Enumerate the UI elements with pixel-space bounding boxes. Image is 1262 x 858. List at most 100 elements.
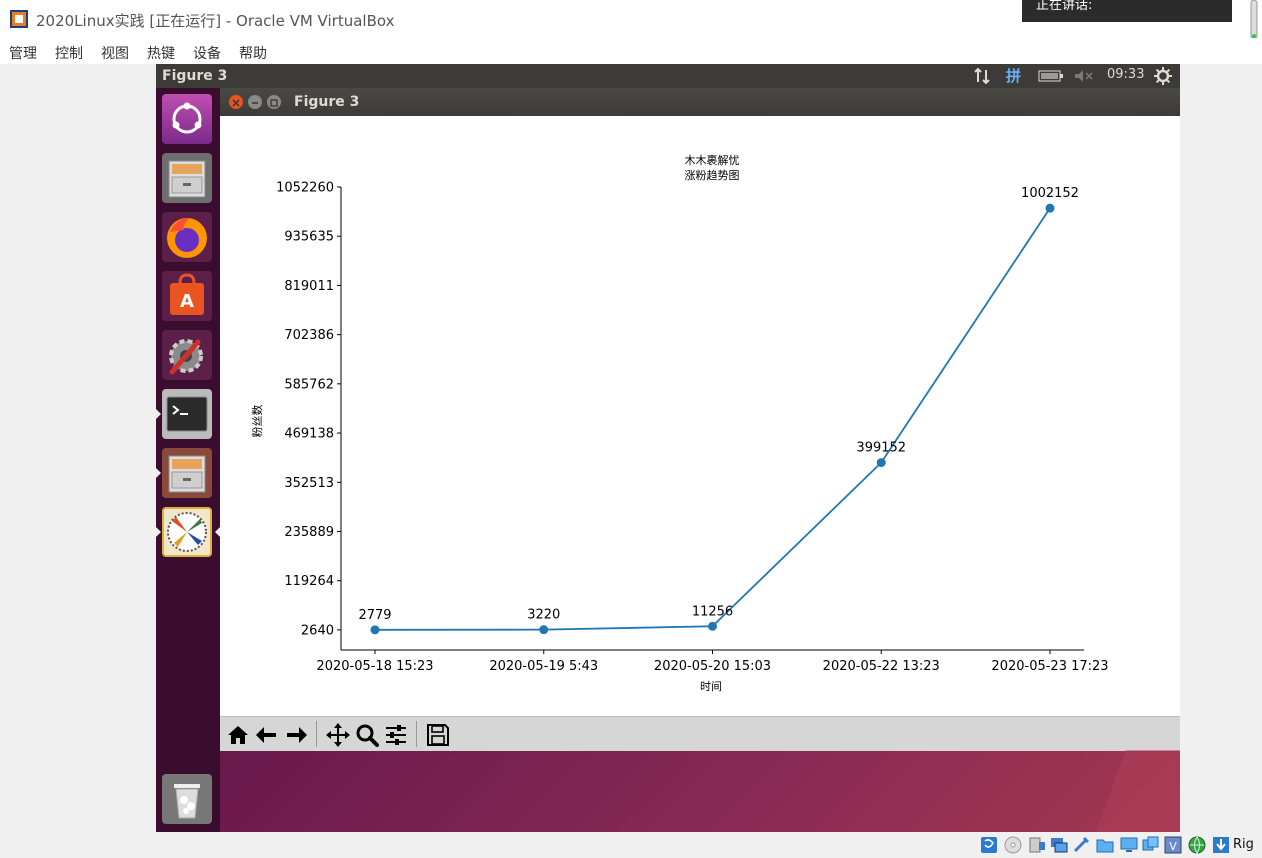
y-axis-label: 粉丝数	[251, 405, 264, 438]
y-tick-label: 119264	[284, 574, 334, 589]
x-ticks: 2020-05-18 15:23 2020-05-19 5:43 2020-05-2…	[316, 650, 1109, 674]
menu-help[interactable]: 帮助	[239, 43, 267, 63]
close-button[interactable]	[229, 95, 243, 109]
hard-disk-icon[interactable]	[980, 836, 998, 854]
host-window-title: 2020Linux实践 [正在运行] - Oracle VM VirtualBo…	[36, 12, 395, 30]
close-icon	[232, 99, 240, 107]
ubuntu-dash-icon[interactable]	[162, 94, 212, 144]
terminal-running-indicator	[156, 409, 161, 419]
y-tick-label: 235889	[284, 525, 334, 540]
ime-popup-text: 正在讲话:	[1036, 0, 1093, 13]
back-arrow-icon[interactable]	[254, 722, 280, 748]
home-icon[interactable]	[225, 722, 251, 748]
host-menu-bar: 管理 控制 视图 热键 设备 帮助	[0, 38, 1262, 64]
matplotlib-running-indicator	[156, 527, 161, 537]
toolbar-separator	[416, 721, 417, 747]
volume-muted-icon[interactable]	[1074, 69, 1094, 83]
x-tick-label: 2020-05-19 5:43	[489, 659, 598, 674]
pan-move-icon[interactable]	[325, 722, 351, 748]
ubuntu-top-panel: Figure 3 拼 09:33	[156, 64, 1180, 88]
data-label: 3220	[527, 608, 560, 623]
zoom-magnifier-icon[interactable]	[354, 722, 380, 748]
data-points	[370, 203, 1055, 635]
y-ticks: 2640 119264 235889 352513 469138 585762 702386…	[276, 181, 341, 638]
y-tick-label: 819011	[284, 279, 334, 294]
y-tick-label: 469138	[284, 427, 334, 442]
clock[interactable]: 09:33	[1107, 67, 1144, 82]
plot-area: 木木裹解忧 涨粉趋势图 时间 粉丝数 2640 119264 235889 35251…	[220, 116, 1180, 716]
battery-icon[interactable]	[1038, 70, 1064, 82]
save-floppy-icon[interactable]	[425, 722, 451, 748]
ime-status-popup: 正在讲话:	[1022, 0, 1232, 22]
matplotlib-toolbar	[220, 716, 1180, 751]
y-tick-label: 935635	[284, 230, 334, 245]
software-center-icon[interactable]: A	[162, 271, 212, 321]
ime-indicator[interactable]: 拼	[1006, 65, 1021, 86]
data-point	[1045, 203, 1055, 213]
topbar-app-title: Figure 3	[162, 68, 228, 84]
display-icon[interactable]	[1120, 836, 1138, 854]
ubuntu-launcher: A	[156, 88, 220, 832]
terminal-icon[interactable]	[162, 389, 212, 439]
maximize-icon	[270, 99, 278, 107]
network-adapter-icon[interactable]	[1050, 836, 1068, 854]
usb-icon[interactable]	[1072, 836, 1090, 854]
toolbar-separator	[316, 721, 317, 747]
y-tick-label: 1052260	[276, 181, 334, 196]
y-tick-label: 352513	[284, 476, 334, 491]
series-line	[374, 207, 1051, 631]
chart-title-line-2: 涨粉趋势图	[685, 169, 740, 182]
configure-subplots-icon[interactable]	[383, 722, 409, 748]
data-label: 11256	[692, 604, 733, 619]
minimize-icon	[252, 102, 258, 104]
y-tick-label: 585762	[284, 377, 334, 392]
host-right-margin	[1180, 64, 1262, 834]
maximize-button[interactable]	[267, 95, 281, 109]
figure-titlebar: Figure 3	[220, 88, 1180, 116]
host-left-margin	[0, 64, 156, 834]
matplotlib-icon[interactable]	[162, 507, 212, 557]
network-icon[interactable]	[974, 68, 992, 84]
host-status-bar: V Rig	[0, 832, 1262, 858]
gear-icon[interactable]	[1154, 67, 1172, 85]
file-manager-icon[interactable]	[162, 448, 212, 498]
system-settings-icon[interactable]	[162, 330, 212, 380]
forward-arrow-icon[interactable]	[283, 722, 309, 748]
x-tick-label: 2020-05-18 15:23	[316, 659, 433, 674]
globe-icon[interactable]	[1188, 836, 1206, 854]
file-cabinet-icon[interactable]	[162, 153, 212, 203]
shared-folders-icon[interactable]	[1096, 836, 1114, 854]
data-point	[370, 625, 380, 635]
figure-window-title: Figure 3	[294, 94, 360, 110]
trash-icon[interactable]	[162, 774, 212, 824]
data-label: 399152	[856, 441, 906, 456]
virtualbox-icon	[10, 10, 28, 28]
x-axis-label: 时间	[700, 680, 722, 693]
chart-title-line-1: 木木裹解忧	[685, 153, 740, 167]
x-tick-label: 2020-05-20 15:03	[654, 659, 771, 674]
line-chart: 木木裹解忧 涨粉趋势图 时间 粉丝数 2640 119264 235889 35251…	[251, 153, 1109, 693]
optical-drive-icon[interactable]	[1004, 836, 1022, 854]
minimize-button[interactable]	[248, 95, 262, 109]
data-label: 1002152	[1021, 186, 1079, 201]
menu-manage[interactable]: 管理	[9, 43, 37, 63]
audio-icon[interactable]	[1028, 836, 1046, 854]
firefox-icon[interactable]	[162, 212, 212, 262]
menu-hotkeys[interactable]: 热键	[147, 43, 175, 63]
y-tick-label: 2640	[301, 623, 334, 638]
wallpaper-streak	[1096, 750, 1180, 832]
file-manager-running-indicator	[156, 468, 161, 478]
data-point	[876, 458, 886, 468]
virtualization-icon[interactable]: V	[1164, 836, 1182, 854]
menu-control[interactable]: 控制	[55, 43, 83, 63]
x-tick-label: 2020-05-22 13:23	[823, 659, 940, 674]
menu-view[interactable]: 视图	[101, 43, 129, 63]
data-label: 2779	[358, 608, 391, 623]
data-point	[708, 621, 717, 631]
figure-window: Figure 3 木木裹解忧 涨粉趋势图 时间 粉丝数 2640 119264 23…	[220, 88, 1180, 751]
data-labels: 2779 3220 11256 399152 1002152	[358, 186, 1079, 623]
download-arrow-icon[interactable]	[1212, 836, 1230, 854]
recording-icon[interactable]	[1142, 836, 1160, 854]
menu-devices[interactable]: 设备	[193, 43, 221, 63]
data-point	[539, 625, 549, 635]
